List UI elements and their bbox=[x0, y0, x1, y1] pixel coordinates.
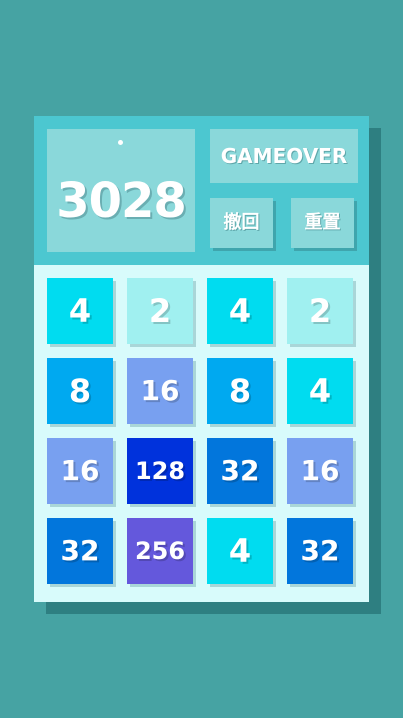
tile-r3-c3: 32 bbox=[207, 438, 273, 504]
tile-r1-c3: 4 bbox=[207, 278, 273, 344]
tile-r4-c2: 256 bbox=[127, 518, 193, 584]
tile-r2-c4: 4 bbox=[287, 358, 353, 424]
tile-r1-c2: 2 bbox=[127, 278, 193, 344]
tile-r4-c1: 32 bbox=[47, 518, 113, 584]
tile-r2-c2: 16 bbox=[127, 358, 193, 424]
undo-button[interactable]: 撤回 bbox=[210, 198, 273, 248]
tile-r4-c4: 32 bbox=[287, 518, 353, 584]
tile-r3-c1: 16 bbox=[47, 438, 113, 504]
game-header: 3028 GAMEOVER 撤回 重置 bbox=[34, 116, 369, 265]
game-status-label: GAMEOVER bbox=[210, 129, 358, 183]
tile-r2-c1: 8 bbox=[47, 358, 113, 424]
tile-r2-c3: 8 bbox=[207, 358, 273, 424]
score-indicator-dot bbox=[118, 140, 123, 145]
score-panel: 3028 bbox=[47, 129, 195, 252]
reset-button[interactable]: 重置 bbox=[291, 198, 354, 248]
score-value: 3028 bbox=[56, 173, 187, 229]
tile-r3-c2: 128 bbox=[127, 438, 193, 504]
tile-r1-c1: 4 bbox=[47, 278, 113, 344]
tile-r1-c4: 2 bbox=[287, 278, 353, 344]
tile-r4-c3: 4 bbox=[207, 518, 273, 584]
tile-r3-c4: 16 bbox=[287, 438, 353, 504]
game-card: 3028 GAMEOVER 撤回 重置 4 2 4 2 8 16 8 4 16 … bbox=[34, 116, 369, 602]
game-board: 4 2 4 2 8 16 8 4 16 128 32 16 32 256 4 3… bbox=[34, 265, 369, 602]
